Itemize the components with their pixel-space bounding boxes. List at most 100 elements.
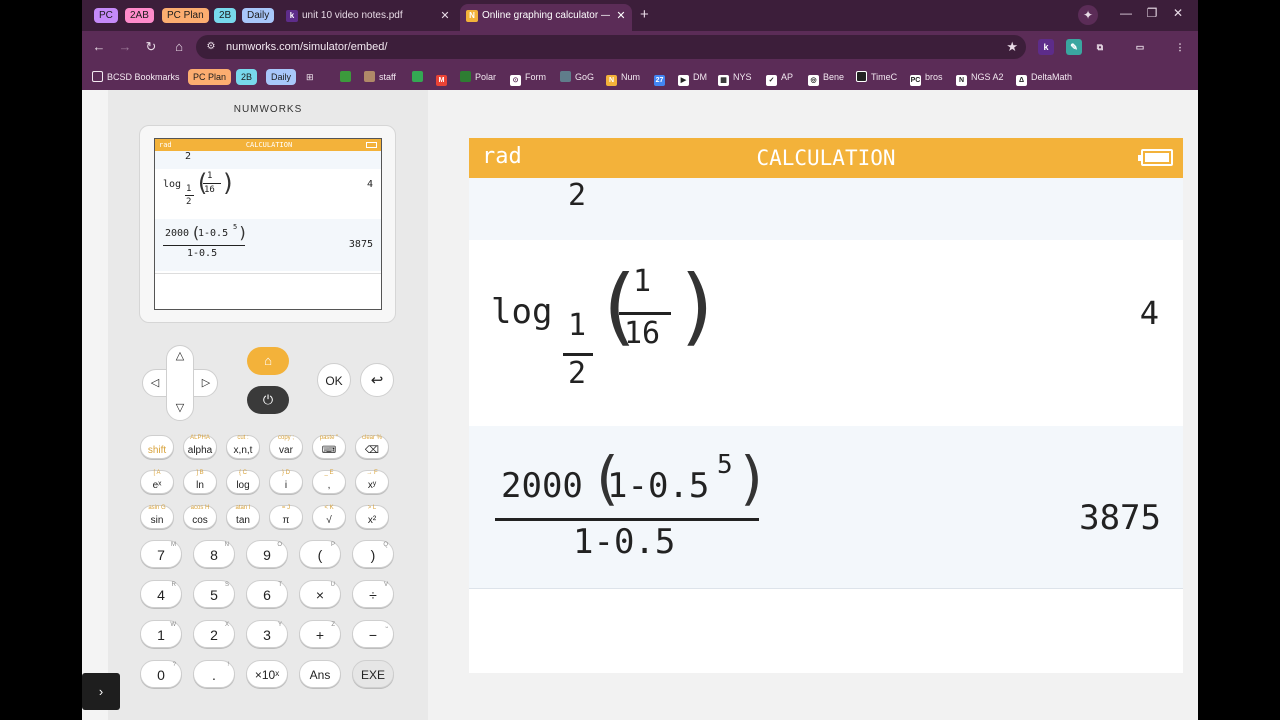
- bookmark-group-2b[interactable]: 2B: [236, 69, 258, 85]
- key-exe[interactable]: EXE: [352, 660, 394, 688]
- tab-group-pc[interactable]: PC: [94, 8, 118, 23]
- history-row-sum[interactable]: 2000 ( 1-0.5 5 ) 1-0.5 3875: [155, 219, 381, 271]
- minimize-icon[interactable]: —: [1116, 6, 1136, 20]
- bookmark-nys[interactable]: ▦ NYS: [718, 69, 752, 86]
- bookmark-polar[interactable]: Polar: [460, 69, 496, 85]
- tab-group-daily[interactable]: Daily: [242, 8, 275, 23]
- forward-arrow-icon[interactable]: →: [116, 38, 134, 56]
- key-plus[interactable]: + Z: [299, 620, 341, 648]
- key-decimal[interactable]: .!: [193, 660, 235, 688]
- history-row-partial[interactable]: 2: [155, 151, 381, 169]
- side-panel-toggle-button[interactable]: ›: [82, 673, 120, 710]
- key-9[interactable]: 9O: [246, 540, 288, 568]
- key-6[interactable]: 6T: [246, 580, 288, 608]
- power-key[interactable]: ⏻: [247, 386, 289, 414]
- bookmark-deltamath[interactable]: Δ DeltaMath: [1016, 69, 1072, 86]
- imaginary-key[interactable]: } Di: [269, 470, 303, 494]
- key-8[interactable]: 8N: [193, 540, 235, 568]
- bookmark-bros[interactable]: PC bros: [910, 69, 943, 86]
- right-arrow-key[interactable]: ▷: [199, 376, 213, 389]
- tab-unit-10-notes[interactable]: k unit 10 video notes.pdf ✕: [280, 4, 456, 28]
- key-7[interactable]: 7M: [140, 540, 182, 568]
- up-arrow-key[interactable]: △: [173, 349, 187, 362]
- bookmark-bcsd[interactable]: BCSD Bookmarks: [92, 69, 180, 85]
- history-row-sum[interactable]: 2000 ( 1-0.5 5 ) 1-0.5 3875: [469, 426, 1183, 588]
- back-arrow-icon[interactable]: ←: [90, 38, 108, 56]
- tab-numworks-calculator[interactable]: N Online graphing calculator — Nu ✕: [460, 4, 632, 31]
- history-row-partial[interactable]: 2: [469, 178, 1183, 240]
- back-key[interactable]: ↩: [360, 363, 394, 397]
- ok-key[interactable]: OK: [317, 363, 351, 397]
- bookmark-timec[interactable]: TimeC: [856, 69, 897, 85]
- alpha-key[interactable]: ALPHA alpha: [183, 435, 217, 459]
- comma-key[interactable]: _ E,: [312, 470, 346, 494]
- tab-group-2b[interactable]: 2B: [214, 8, 237, 23]
- pi-key[interactable]: = Jπ: [269, 505, 303, 529]
- key-multiply[interactable]: × U: [299, 580, 341, 608]
- sqrt-key[interactable]: < K √: [312, 505, 346, 529]
- bookmark-ap[interactable]: ✓ AP: [766, 69, 793, 86]
- toolbox-key[interactable]: paste " ⌨: [312, 435, 346, 459]
- key-open-paren[interactable]: (P: [299, 540, 341, 568]
- bookmark-calendar[interactable]: 27: [654, 69, 669, 86]
- tab-group-pc-plan[interactable]: PC Plan: [162, 8, 209, 23]
- bookmark-gmail[interactable]: M: [436, 69, 451, 86]
- bookmark-staff[interactable]: staff: [364, 69, 396, 85]
- tan-key[interactable]: atan Itan: [226, 505, 260, 529]
- key-3[interactable]: 3Y: [246, 620, 288, 648]
- bookmark-group-daily[interactable]: Daily: [266, 69, 297, 85]
- new-tab-button[interactable]: +: [640, 4, 656, 28]
- xnt-key[interactable]: cut : x,n,t: [226, 435, 260, 459]
- extensions-puzzle-icon[interactable]: ⧉: [1092, 39, 1108, 55]
- bookmark-bene[interactable]: ◎ Bene: [808, 69, 844, 86]
- key-0[interactable]: 0?: [140, 660, 182, 688]
- extension-icon[interactable]: ✎: [1066, 39, 1082, 55]
- close-tab-icon[interactable]: ✕: [438, 4, 452, 28]
- exp-key[interactable]: [ Aeˣ: [140, 470, 174, 494]
- key-divide[interactable]: ÷ V: [352, 580, 394, 608]
- bookmark-leaf[interactable]: [340, 69, 355, 85]
- home-icon[interactable]: ⌂: [170, 38, 188, 56]
- key-1[interactable]: 1W: [140, 620, 182, 648]
- left-arrow-key[interactable]: ◁: [148, 376, 162, 389]
- key-minus[interactable]: − ⎵: [352, 620, 394, 648]
- power-x-y-key[interactable]: → Fxʸ: [355, 470, 389, 494]
- ln-key[interactable]: ] Bln: [183, 470, 217, 494]
- gemini-sparkle-icon[interactable]: ✦: [1078, 5, 1098, 25]
- tab-group-2ab[interactable]: 2AB: [125, 8, 154, 23]
- restore-icon[interactable]: ❐: [1142, 6, 1162, 20]
- reload-icon[interactable]: ↻: [142, 38, 160, 56]
- bookmark-drive[interactable]: [412, 69, 427, 85]
- shift-key[interactable]: shift: [140, 435, 174, 459]
- square-key[interactable]: > Lx²: [355, 505, 389, 529]
- bookmark-gog[interactable]: GoG: [560, 69, 594, 85]
- close-tab-icon[interactable]: ✕: [614, 4, 628, 28]
- bookmark-dm[interactable]: ▶ DM: [678, 69, 707, 86]
- key-5[interactable]: 5S: [193, 580, 235, 608]
- sin-key[interactable]: asin Gsin: [140, 505, 174, 529]
- media-cast-icon[interactable]: ▭: [1132, 39, 1148, 55]
- menu-kebab-icon[interactable]: ⋮: [1172, 39, 1188, 55]
- dpad[interactable]: △ ▽ ◁ ▷: [142, 345, 218, 421]
- address-bar[interactable]: ⚙ numworks.com/simulator/embed/ ★: [196, 35, 1026, 59]
- history-row-log[interactable]: log 1 2 ( 1 16 ) 4: [469, 240, 1183, 426]
- var-key[interactable]: copy ; var: [269, 435, 303, 459]
- home-key[interactable]: ⌂: [247, 347, 289, 375]
- history-row-log[interactable]: log 1 2 ( 1 16 ) 4: [155, 169, 381, 217]
- backspace-key[interactable]: clear % ⌫: [355, 435, 389, 459]
- bookmark-group-pc-plan[interactable]: PC Plan: [188, 69, 232, 85]
- cos-key[interactable]: acos Hcos: [183, 505, 217, 529]
- key-close-paren[interactable]: ) Q: [352, 540, 394, 568]
- key-4[interactable]: 4R: [140, 580, 182, 608]
- apps-grid-icon[interactable]: ⊞: [306, 69, 314, 85]
- key-ans[interactable]: Ans: [299, 660, 341, 688]
- bookmark-form[interactable]: ⊙ Form: [510, 69, 546, 86]
- bookmark-star-icon[interactable]: ★: [1006, 35, 1018, 59]
- key-2[interactable]: 2X: [193, 620, 235, 648]
- log-key[interactable]: { Clog: [226, 470, 260, 494]
- bookmark-ngs-a2[interactable]: N NGS A2: [956, 69, 1004, 86]
- key-times-ten-pow[interactable]: ×10ˣ: [246, 660, 288, 688]
- kami-extension-icon[interactable]: k: [1038, 39, 1054, 55]
- bookmark-num[interactable]: N Num: [606, 69, 640, 86]
- site-info-icon[interactable]: ⚙: [204, 40, 218, 54]
